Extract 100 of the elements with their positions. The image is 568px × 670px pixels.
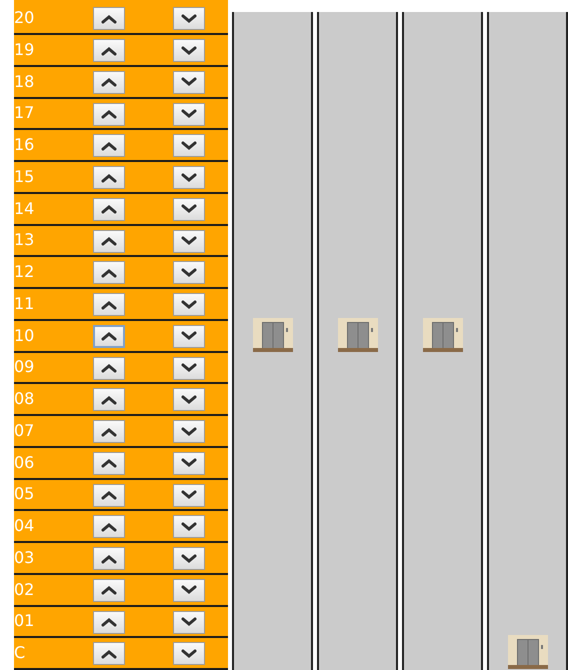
chevron-down-icon	[181, 300, 197, 310]
call-up-button[interactable]	[93, 261, 125, 284]
chevron-up-icon	[101, 300, 117, 310]
chevron-up-icon	[101, 172, 117, 182]
floor-label: 02	[14, 582, 36, 598]
chevron-down-icon	[181, 204, 197, 214]
floor-label: 01	[14, 613, 36, 630]
chevron-up-icon	[101, 617, 117, 627]
floor-label: 07	[14, 422, 36, 439]
call-up-button[interactable]	[93, 198, 125, 221]
chevron-up-icon	[101, 268, 117, 278]
chevron-up-icon	[101, 363, 117, 373]
floor-label: 18	[14, 74, 36, 90]
call-up-button[interactable]	[93, 388, 125, 412]
call-up-button[interactable]	[93, 39, 125, 62]
call-down-button[interactable]	[173, 261, 205, 284]
chevron-down-icon	[181, 109, 197, 119]
floor-label: 20	[14, 10, 36, 26]
chevron-down-icon	[181, 363, 197, 373]
call-down-button[interactable]	[173, 578, 205, 602]
floor-label: 11	[14, 296, 36, 312]
call-down-button[interactable]	[173, 134, 205, 158]
call-down-button[interactable]	[173, 324, 205, 348]
floor-label: 03	[14, 550, 36, 566]
call-down-button[interactable]	[173, 515, 205, 538]
chevron-down-icon	[181, 648, 197, 659]
call-up-button[interactable]	[93, 293, 125, 316]
call-down-button[interactable]	[173, 642, 205, 666]
call-down-button[interactable]	[173, 484, 205, 506]
call-down-button[interactable]	[173, 7, 205, 30]
call-up-button[interactable]	[93, 610, 125, 634]
floor-label: 10	[14, 328, 36, 344]
call-down-button[interactable]	[173, 547, 205, 570]
chevron-up-icon	[101, 458, 117, 468]
chevron-up-icon	[101, 522, 117, 532]
call-down-button[interactable]	[173, 420, 205, 443]
chevron-up-icon	[101, 490, 117, 500]
chevron-down-icon	[181, 172, 197, 182]
floor-label: 19	[14, 42, 36, 58]
call-down-button[interactable]	[173, 198, 205, 221]
call-up-button[interactable]	[93, 134, 125, 158]
chevron-up-icon	[101, 331, 117, 342]
call-up-button[interactable]	[93, 578, 125, 602]
call-up-button[interactable]	[93, 7, 125, 30]
call-up-button[interactable]	[93, 324, 125, 348]
chevron-up-icon	[101, 14, 117, 24]
call-down-button[interactable]	[173, 356, 205, 380]
chevron-down-icon	[181, 585, 197, 596]
call-down-button[interactable]	[173, 388, 205, 412]
chevron-up-icon	[101, 585, 117, 596]
call-down-button[interactable]	[173, 293, 205, 316]
chevron-down-icon	[181, 458, 197, 468]
call-up-button[interactable]	[93, 452, 125, 475]
call-up-button[interactable]	[93, 547, 125, 570]
floor-label: 13	[14, 232, 36, 248]
chevron-down-icon	[181, 617, 197, 627]
chevron-down-icon	[181, 46, 197, 56]
chevron-down-icon	[181, 140, 197, 151]
call-down-button[interactable]	[173, 70, 205, 94]
call-up-button[interactable]	[93, 102, 125, 126]
chevron-down-icon	[181, 236, 197, 246]
floor-label: 12	[14, 264, 36, 280]
call-down-button[interactable]	[173, 230, 205, 252]
chevron-up-icon	[101, 426, 117, 436]
chevron-up-icon	[101, 204, 117, 214]
chevron-down-icon	[181, 14, 197, 24]
chevron-down-icon	[181, 331, 197, 342]
chevron-down-icon	[181, 522, 197, 532]
chevron-up-icon	[101, 109, 117, 119]
chevron-down-icon	[181, 268, 197, 278]
chevron-down-icon	[181, 394, 197, 405]
floor-label: 14	[14, 200, 36, 217]
floor-label: 16	[14, 137, 36, 154]
call-up-button[interactable]	[93, 230, 125, 252]
chevron-up-icon	[101, 648, 117, 659]
call-up-button[interactable]	[93, 515, 125, 538]
chevron-down-icon	[181, 77, 197, 88]
call-up-button[interactable]	[93, 484, 125, 506]
floor-label: 08	[14, 391, 36, 408]
call-up-button[interactable]	[93, 642, 125, 666]
call-down-button[interactable]	[173, 166, 205, 189]
call-up-button[interactable]	[93, 70, 125, 94]
floor-label: C	[14, 645, 26, 662]
floor-label: 06	[14, 454, 36, 471]
chevron-up-icon	[101, 394, 117, 405]
chevron-up-icon	[101, 46, 117, 56]
call-up-button[interactable]	[93, 356, 125, 380]
call-up-button[interactable]	[93, 166, 125, 189]
chevron-up-icon	[101, 140, 117, 151]
call-down-button[interactable]	[173, 452, 205, 475]
chevron-up-icon	[101, 236, 117, 246]
floor-label: 15	[14, 168, 36, 185]
call-down-button[interactable]	[173, 610, 205, 634]
chevron-down-icon	[181, 426, 197, 436]
chevron-down-icon	[181, 554, 197, 564]
call-down-button[interactable]	[173, 39, 205, 62]
floor-label: 17	[14, 105, 36, 122]
call-up-button[interactable]	[93, 420, 125, 443]
chevron-down-icon	[181, 490, 197, 500]
call-down-button[interactable]	[173, 102, 205, 126]
